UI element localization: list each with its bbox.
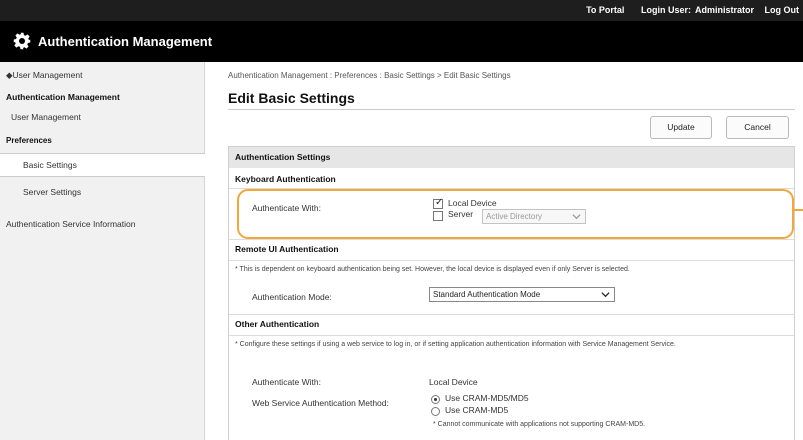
other-authentication-note: * Configure these settings if using a we… bbox=[235, 341, 676, 348]
authentication-settings-heading: Authentication Settings bbox=[229, 147, 794, 168]
highlight-callout bbox=[237, 189, 794, 239]
sidebar: ◆User Management Authentication Manageme… bbox=[0, 62, 205, 440]
sidebar-item-basic-settings[interactable]: Basic Settings bbox=[0, 153, 205, 177]
other-authenticate-with-value: Local Device bbox=[429, 377, 478, 387]
login-user-label: Login User: bbox=[640, 5, 691, 15]
authentication-mode-label: Authentication Mode: bbox=[252, 292, 332, 302]
title-divider bbox=[228, 109, 795, 110]
authentication-mode-select[interactable]: Standard Authentication Mode bbox=[429, 287, 615, 302]
page-title: Edit Basic Settings bbox=[228, 90, 355, 106]
top-links: To Portal Login User: Administrator Log O… bbox=[572, 5, 799, 15]
remote-ui-note: * This is dependent on keyboard authenti… bbox=[235, 266, 630, 273]
divider bbox=[229, 335, 794, 336]
sidebar-item-server-settings[interactable]: Server Settings bbox=[0, 187, 205, 197]
top-bar: To Portal Login User: Administrator Log O… bbox=[0, 0, 803, 21]
login-user-name: Administrator bbox=[694, 5, 754, 15]
cram-md5-md5-radio[interactable] bbox=[431, 395, 440, 404]
sidebar-item-user-management[interactable]: User Management bbox=[0, 112, 205, 122]
breadcrumb: Authentication Management : Preferences … bbox=[228, 71, 511, 80]
main-content: Authentication Management : Preferences … bbox=[205, 62, 803, 440]
gear-icon bbox=[13, 32, 31, 50]
portal-link[interactable]: To Portal bbox=[586, 5, 624, 15]
app-title: Authentication Management bbox=[38, 34, 213, 49]
web-service-auth-method-label: Web Service Authentication Method: bbox=[252, 398, 389, 408]
divider bbox=[229, 314, 794, 315]
keyboard-authentication-heading: Keyboard Authentication bbox=[235, 174, 336, 184]
sidebar-section-title: Authentication Management bbox=[6, 92, 120, 102]
logout-link[interactable]: Log Out bbox=[765, 5, 800, 15]
cram-md5-radio[interactable] bbox=[431, 407, 440, 416]
other-authentication-heading: Other Authentication bbox=[235, 319, 320, 329]
divider bbox=[229, 260, 794, 261]
cram-md5-note: * Cannot communicate with applications n… bbox=[433, 421, 646, 428]
callout-line bbox=[794, 209, 803, 211]
update-button[interactable]: Update bbox=[650, 116, 712, 139]
sidebar-item-service-info[interactable]: Authentication Service Information bbox=[0, 219, 205, 229]
cram-md5-md5-label: Use CRAM-MD5/MD5 bbox=[445, 393, 529, 403]
sidebar-group-preferences: Preferences bbox=[6, 136, 52, 145]
cancel-button[interactable]: Cancel bbox=[726, 116, 789, 139]
sidebar-back-user-management[interactable]: ◆User Management bbox=[0, 70, 205, 81]
other-authenticate-with-label: Authenticate With: bbox=[252, 377, 321, 387]
chevron-down-icon bbox=[601, 292, 610, 298]
remote-ui-authentication-heading: Remote UI Authentication bbox=[235, 244, 339, 254]
title-bar: Authentication Management bbox=[0, 21, 803, 62]
divider bbox=[229, 239, 794, 240]
authentication-mode-value: Standard Authentication Mode bbox=[433, 290, 541, 299]
cram-md5-label: Use CRAM-MD5 bbox=[445, 405, 509, 415]
